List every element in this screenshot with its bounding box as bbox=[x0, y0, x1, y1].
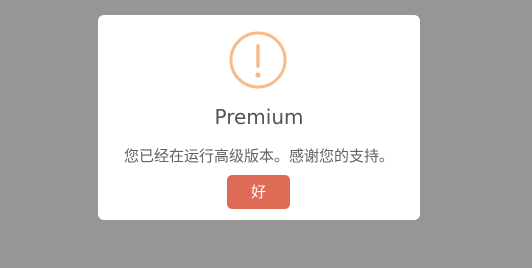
dialog-title: Premium bbox=[214, 105, 304, 129]
ok-button[interactable]: 好 bbox=[227, 175, 290, 209]
alert-dialog: Premium 您已经在运行高级版本。感谢您的支持。 好 bbox=[98, 15, 420, 220]
dialog-message: 您已经在运行高级版本。感谢您的支持。 bbox=[123, 147, 394, 165]
warning-icon bbox=[229, 31, 287, 89]
